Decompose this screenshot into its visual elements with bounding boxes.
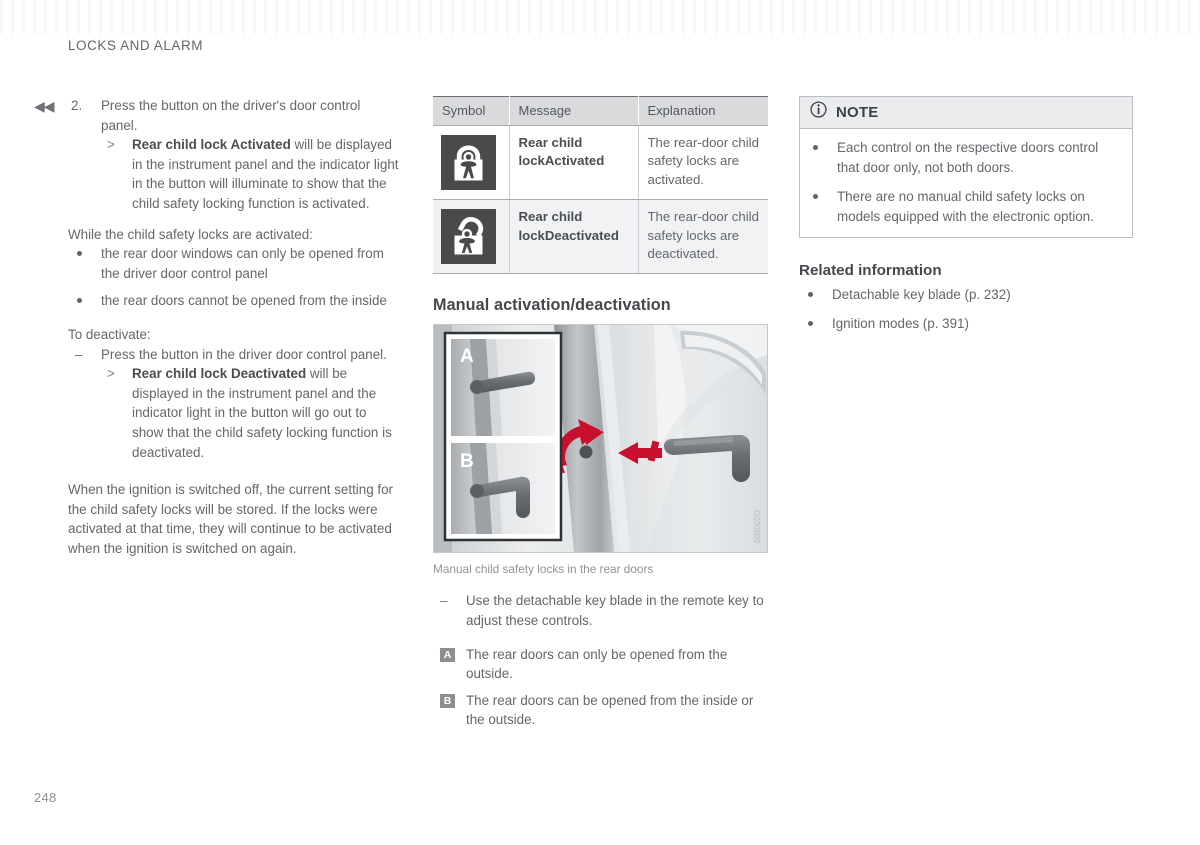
closing-paragraph: When the ignition is switched off, the c… <box>68 482 394 556</box>
bullet-dot-icon <box>808 320 813 326</box>
numbered-step-list: 2. Press the button on the driver's door… <box>68 96 400 214</box>
figure-label-a: A <box>460 346 474 367</box>
deactivate-step-text: Press the button in the driver door cont… <box>101 346 387 362</box>
table-header-row: Symbol Message Explanation <box>433 96 768 126</box>
dash-marker: – <box>440 593 448 609</box>
table-row: Rear child lockActivated The rear-door c… <box>433 125 768 201</box>
step-result-item: > Rear child lock Activated will be disp… <box>101 135 400 213</box>
note-box-header: NOTE <box>800 97 1132 129</box>
note-bullet-text: Each control on the respective doors con… <box>837 140 1099 175</box>
figure-watermark: G030800 <box>752 510 761 543</box>
result-marker: > <box>107 137 115 153</box>
result-bold-text: Rear child lock Activated <box>132 137 291 153</box>
note-bullet-item: Each control on the respective doors con… <box>804 138 1120 177</box>
table-cell-symbol <box>433 199 510 275</box>
bullet-item: the rear doors cannot be opened from the… <box>68 291 400 311</box>
table-cell-explanation: The rear-door child safety locks are dea… <box>638 199 768 275</box>
step-item: 2. Press the button on the driver's door… <box>68 96 400 214</box>
figure-instruction-list: – Use the detachable key blade in the re… <box>433 591 768 630</box>
activated-bullet-list: the rear door windows can only be opened… <box>68 244 400 311</box>
bullet-text: the rear door windows can only be opened… <box>101 246 384 281</box>
bullet-dot-icon <box>77 251 82 257</box>
figure-inset-panel: A B <box>443 332 563 542</box>
step-result-list: > Rear child lock Activated will be disp… <box>101 135 400 213</box>
info-circle-icon <box>810 101 827 123</box>
table-header-explanation: Explanation <box>638 96 768 126</box>
figure-callout-item: B The rear doors can be opened from the … <box>433 691 768 730</box>
page-number: 248 <box>34 790 57 805</box>
note-bullet-item: There are no manual child safety locks o… <box>804 187 1120 226</box>
scan-artifact <box>0 0 1200 34</box>
related-link-text[interactable]: Ignition modes (p. 391) <box>832 316 969 331</box>
manual-page: LOCKS AND ALARM ◀◀ 248 2. Press the butt… <box>0 0 1200 845</box>
result-marker: > <box>107 366 115 382</box>
deactivate-step-list: – Press the button in the driver door co… <box>68 345 400 463</box>
activated-intro-paragraph: While the child safety locks are activat… <box>68 226 313 242</box>
note-bullet-list: Each control on the respective doors con… <box>804 138 1120 226</box>
table-cell-message: Rear child lockActivated <box>509 125 639 201</box>
related-link-item[interactable]: Detachable key blade (p. 232) <box>799 285 1133 305</box>
deactivate-result-list: > Rear child lock Deactivated will be di… <box>101 364 400 462</box>
deactivate-heading: To deactivate: <box>68 326 151 342</box>
step-number: 2. <box>71 98 83 113</box>
callout-text: The rear doors can be opened from the in… <box>466 692 754 728</box>
right-column: NOTE Each control on the respective door… <box>799 96 1133 343</box>
related-link-text[interactable]: Detachable key blade (p. 232) <box>832 287 1011 302</box>
bullet-dot-icon <box>813 145 818 150</box>
middle-column: Symbol Message Explanation Rear child lo… <box>433 96 768 737</box>
bullet-item: the rear door windows can only be opened… <box>68 244 400 283</box>
child-lock-unlocked-icon <box>441 209 496 265</box>
table-header-symbol: Symbol <box>433 96 510 126</box>
related-information-list: Detachable key blade (p. 232) Ignition m… <box>799 285 1133 333</box>
callout-chip-a: A <box>440 647 455 662</box>
callout-text: The rear doors can only be opened from t… <box>466 646 728 682</box>
result-bold-text: Rear child lock Deactivated <box>132 366 307 382</box>
running-header: LOCKS AND ALARM <box>68 38 204 53</box>
note-bullet-text: There are no manual child safety locks o… <box>837 189 1094 224</box>
left-column: 2. Press the button on the driver's door… <box>68 96 400 558</box>
related-information-title: Related information <box>799 262 942 280</box>
message-table: Symbol Message Explanation Rear child lo… <box>433 96 768 275</box>
figure-callout-list: A The rear doors can only be opened from… <box>433 645 768 730</box>
bullet-dot-icon <box>77 298 82 304</box>
figure-label-b: B <box>460 451 474 472</box>
table-header-message: Message <box>509 96 639 126</box>
table-cell-explanation: The rear-door child safety locks are act… <box>638 125 768 201</box>
note-box: NOTE Each control on the respective door… <box>799 96 1133 239</box>
figure-instruction-text: Use the detachable key blade in the remo… <box>466 593 764 629</box>
deactivate-result-item: > Rear child lock Deactivated will be di… <box>101 364 400 462</box>
figure-instruction-item: – Use the detachable key blade in the re… <box>433 591 768 630</box>
dash-marker: – <box>75 346 83 362</box>
related-link-item[interactable]: Ignition modes (p. 391) <box>799 314 1133 334</box>
bullet-dot-icon <box>813 194 818 200</box>
note-box-body: Each control on the respective doors con… <box>800 129 1132 237</box>
door-jamb-illustration: A B G030800 <box>434 325 767 553</box>
table-cell-symbol <box>433 125 510 201</box>
manual-child-lock-figure: A B G030800 <box>433 324 768 554</box>
bullet-dot-icon <box>808 292 813 298</box>
figure-callout-item: A The rear doors can only be opened from… <box>433 645 768 684</box>
child-lock-locked-icon <box>441 135 496 190</box>
figure-caption: Manual child safety locks in the rear do… <box>433 562 654 577</box>
deactivate-step-item: – Press the button in the driver door co… <box>68 345 400 463</box>
bullet-text: the rear doors cannot be opened from the… <box>101 293 387 309</box>
note-title: NOTE <box>836 103 879 121</box>
table-cell-message: Rear child lockDeactivated <box>509 199 639 275</box>
callout-chip-b: B <box>440 693 455 708</box>
step-text: Press the button on the driver's door co… <box>101 98 361 133</box>
section-heading: Manual activation/deactivation <box>433 296 671 315</box>
table-row: Rear child lockDeactivated The rear-door… <box>433 199 768 275</box>
continuation-arrow-icon: ◀◀ <box>34 98 55 114</box>
